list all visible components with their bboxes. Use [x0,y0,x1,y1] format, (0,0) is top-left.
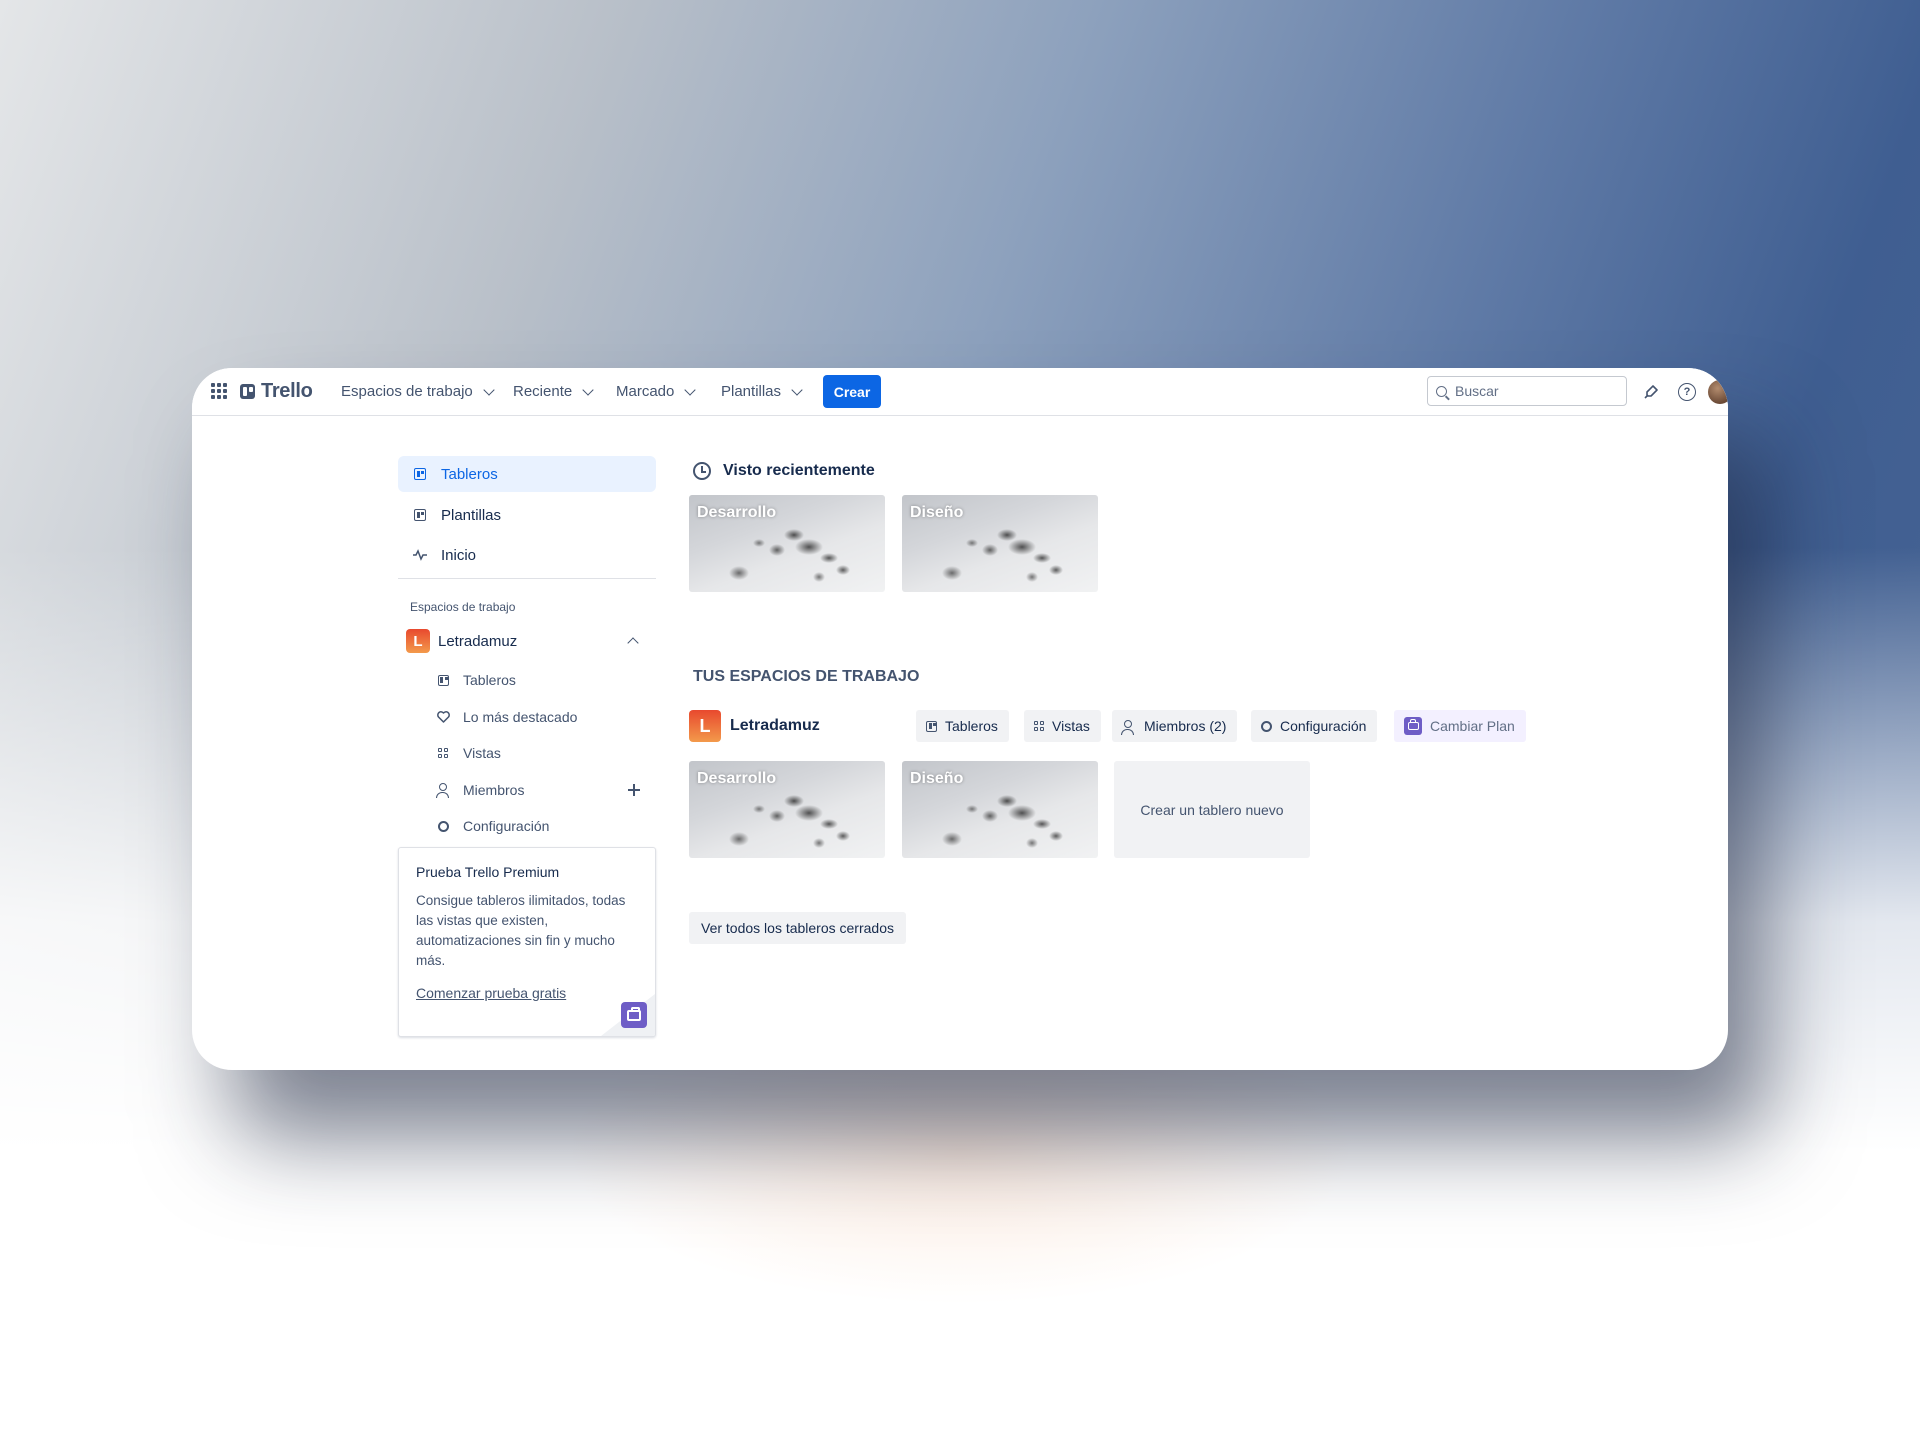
grid-icon [435,745,451,761]
clock-icon [693,462,711,480]
gear-icon [435,818,451,834]
board-icon [412,466,428,482]
sidebar-item-label: Tableros [441,465,498,483]
sidebar-workspace-letradamuz[interactable]: L Letradamuz [398,623,656,659]
sidebar-item-templates[interactable]: Plantillas [398,497,656,533]
search-placeholder: Buscar [1455,383,1499,399]
workspace-views-button[interactable]: Vistas [1024,710,1101,742]
trello-logo-text: Trello [261,380,313,402]
sidebar-sub-item-members[interactable]: Miembros [430,774,656,806]
chevron-down-icon [483,383,495,396]
board-name: Desarrollo [697,770,777,787]
search-icon [1436,385,1447,397]
sub-item-label: Miembros [463,782,525,798]
heart-icon [435,709,451,725]
top-navigation-bar: Trello Espacios de trabajo Reciente Marc… [192,368,1728,416]
board-icon [435,672,451,688]
rocket-notification-icon[interactable] [1640,381,1662,403]
members-icon [435,782,451,798]
chevron-down-icon [791,383,803,396]
button-label: Tableros [945,718,998,734]
your-workspaces-heading: TUS ESPACIOS DE TRABAJO [693,668,920,685]
sub-item-label: Vistas [463,745,501,761]
activity-icon [412,547,428,563]
nav-starred-dropdown[interactable]: Marcado [616,368,697,415]
gear-icon [1261,720,1272,732]
workspace-board-tile-diseno[interactable]: Diseño [902,761,1098,858]
premium-promo-card: Prueba Trello Premium Consigue tableros … [398,847,656,1037]
premium-briefcase-icon [1404,717,1422,735]
browser-window: Trello Espacios de trabajo Reciente Marc… [192,368,1728,1070]
sub-item-label: Lo más destacado [463,709,578,725]
sidebar-sub-item-boards[interactable]: Tableros [430,664,656,696]
workspace-boards-button[interactable]: Tableros [916,710,1009,742]
sidebar-item-label: Plantillas [441,506,502,524]
trello-logo-icon [240,384,255,399]
workspace-name: Letradamuz [730,717,820,734]
template-icon [412,507,428,523]
button-label: Miembros (2) [1144,718,1227,734]
board-name: Desarrollo [697,504,777,521]
sidebar-sub-item-settings[interactable]: Configuración [430,810,656,842]
promo-title: Prueba Trello Premium [416,864,560,880]
premium-briefcase-icon [621,1002,647,1028]
sidebar-divider [398,578,656,579]
apps-grid-icon[interactable] [208,380,230,402]
change-plan-button[interactable]: Cambiar Plan [1394,710,1526,742]
nav-label: Reciente [513,383,573,400]
nav-workspaces-dropdown[interactable]: Espacios de trabajo [341,368,495,415]
button-label: Vistas [1052,718,1090,734]
nav-recent-dropdown[interactable]: Reciente [513,368,594,415]
start-free-trial-link[interactable]: Comenzar prueba gratis [416,985,566,1001]
sidebar-item-home[interactable]: Inicio [398,537,656,573]
create-button[interactable]: Crear [823,375,881,408]
view-closed-boards-button[interactable]: Ver todos los tableros cerrados [689,912,906,944]
board-name: Diseño [910,770,964,787]
help-icon[interactable]: ? [1676,381,1698,403]
button-label: Cambiar Plan [1430,718,1515,734]
recently-viewed-heading: Visto recientemente [693,462,875,480]
sidebar-item-boards[interactable]: Tableros [398,456,656,492]
nav-label: Espacios de trabajo [341,383,473,400]
search-input[interactable]: Buscar [1427,376,1627,406]
members-icon [1121,720,1134,735]
workspaces-section-label: Espacios de trabajo [410,600,516,614]
grid-icon [1034,721,1044,731]
nav-label: Marcado [616,383,675,400]
avatar[interactable] [1708,380,1728,404]
button-label: Configuración [1280,718,1367,734]
create-new-board-tile[interactable]: Crear un tablero nuevo [1114,761,1310,858]
workspace-board-tile-desarrollo[interactable]: Desarrollo [689,761,885,858]
nav-label: Plantillas [721,383,782,400]
sub-item-label: Configuración [463,818,550,834]
board-icon [926,720,937,732]
sidebar-item-label: Inicio [441,546,477,564]
trello-logo[interactable]: Trello [240,380,313,403]
workspace-settings-button[interactable]: Configuración [1251,710,1378,742]
chevron-down-icon [684,383,697,396]
sub-item-label: Tableros [463,672,516,688]
board-name: Diseño [910,504,964,521]
chevron-down-icon [582,383,594,396]
recent-board-tile-diseno[interactable]: Diseño [902,495,1098,592]
recent-board-tile-desarrollo[interactable]: Desarrollo [689,495,885,592]
workspace-row-title: L Letradamuz [689,710,820,742]
workspace-name: Letradamuz [438,632,518,650]
add-member-icon[interactable] [628,784,640,796]
sidebar-sub-item-views[interactable]: Vistas [430,737,656,769]
workspace-members-button[interactable]: Miembros (2) [1112,710,1238,742]
sidebar-sub-item-highlights[interactable]: Lo más destacado [430,701,656,733]
promo-body: Consigue tableros ilimitados, todas las … [416,893,626,968]
workspace-badge: L [406,629,430,653]
recently-viewed-title: Visto recientemente [723,462,875,479]
nav-templates-dropdown[interactable]: Plantillas [721,368,803,415]
workspace-badge: L [689,710,721,742]
